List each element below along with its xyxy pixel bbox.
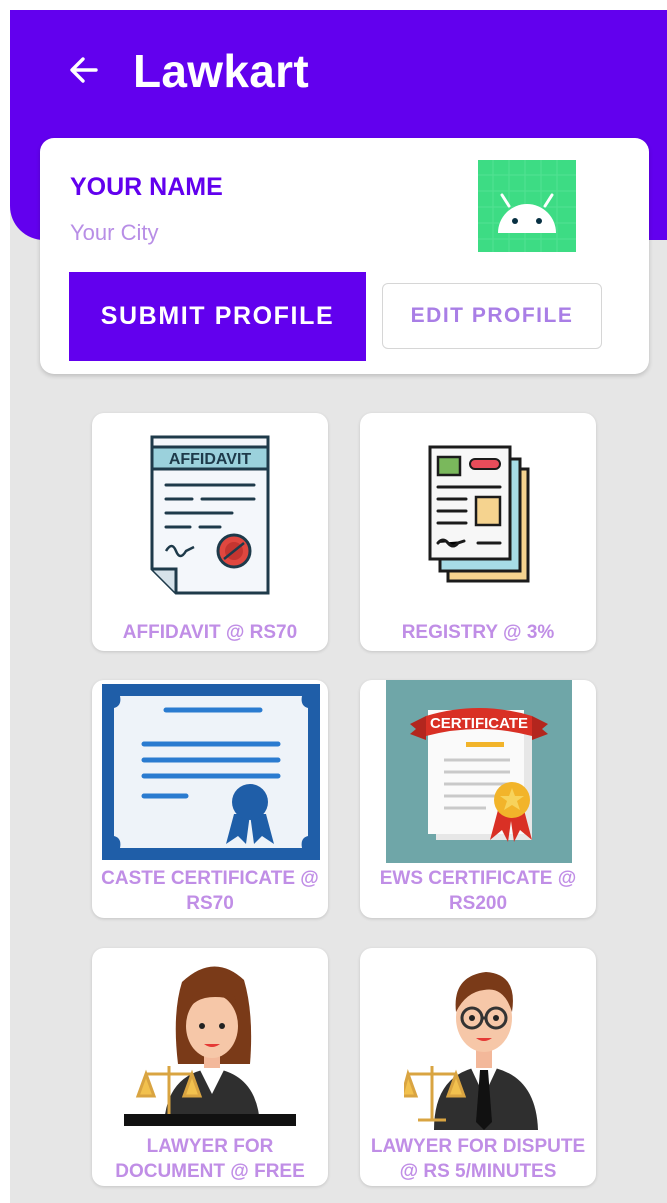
profile-card: YOUR NAME Your City SUBMIT PROFILE EDIT …: [40, 138, 649, 374]
ews-image-text: CERTIFICATE: [430, 715, 528, 732]
app-screen: Lawkart YOUR NAME Your City SUBMIT PROFI…: [10, 10, 667, 1203]
service-tile-caste-certificate[interactable]: CASTE CERTIFICATE @ RS70: [92, 680, 328, 918]
arrow-left-icon: [70, 57, 98, 83]
submit-profile-button[interactable]: SUBMIT PROFILE: [69, 272, 366, 361]
affidavit-document-icon: AFFIDAVIT: [144, 433, 276, 601]
service-tile-ews-certificate[interactable]: CERTIFICATE EWS CERTIFICATE @ RS200: [360, 680, 596, 918]
profile-name: YOUR NAME: [70, 173, 223, 201]
service-tile-lawyer-dispute[interactable]: LAWYER FOR DISPUTE @ RS 5/MINUTES: [360, 948, 596, 1186]
service-label: CASTE CERTIFICATE @ RS70: [101, 868, 319, 914]
service-label: AFFIDAVIT @ RS70: [122, 622, 298, 643]
service-label: REGISTRY @ 3%: [401, 622, 555, 643]
service-label: LAWYER FOR DISPUTE @ RS 5/MINUTES: [370, 1136, 586, 1182]
affidavit-image-text: AFFIDAVIT: [169, 451, 252, 468]
app-title: Lawkart: [133, 45, 309, 97]
android-avatar-icon[interactable]: [478, 160, 576, 252]
registry-documents-icon: [426, 443, 532, 587]
service-label: LAWYER FOR DOCUMENT @ FREE: [115, 1136, 305, 1182]
edit-profile-button[interactable]: EDIT PROFILE: [382, 283, 602, 349]
female-lawyer-icon: [124, 954, 296, 1126]
service-tile-registry[interactable]: REGISTRY @ 3%: [360, 413, 596, 651]
ews-certificate-icon: CERTIFICATE: [386, 680, 572, 863]
profile-city: Your City: [70, 220, 159, 245]
back-button[interactable]: [64, 50, 104, 90]
service-label: EWS CERTIFICATE @ RS200: [379, 868, 577, 914]
service-tile-affidavit[interactable]: AFFIDAVIT AFFIDAVIT @ RS70: [92, 413, 328, 651]
male-lawyer-icon: [400, 952, 554, 1130]
service-tile-lawyer-document[interactable]: LAWYER FOR DOCUMENT @ FREE: [92, 948, 328, 1186]
certificate-ribbon-icon: [102, 684, 320, 860]
